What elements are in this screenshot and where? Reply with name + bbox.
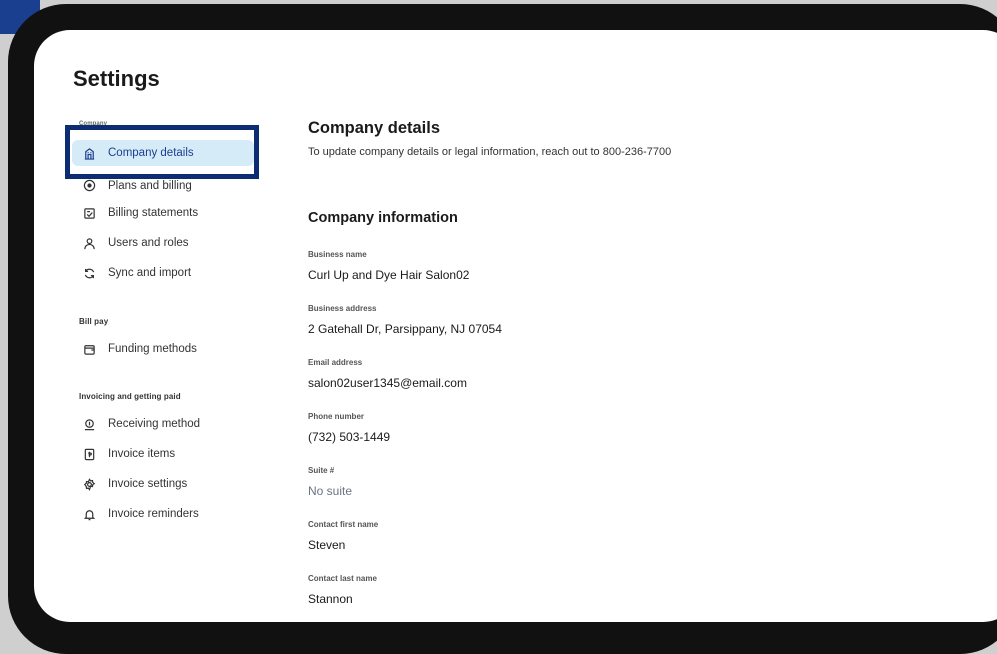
field-label-phone: Phone number <box>308 412 365 421</box>
content-subtitle: To update company details or legal infor… <box>308 146 672 158</box>
content-title: Company details <box>308 119 441 137</box>
wallet-icon <box>82 342 96 356</box>
gear-icon <box>82 477 96 491</box>
invoice-icon <box>82 447 96 461</box>
user-icon <box>82 236 96 250</box>
bell-icon <box>82 507 96 521</box>
field-value-email: salon02user1345@email.com <box>308 376 467 390</box>
sidebar-item-invoice-reminders[interactable]: Invoice reminders <box>72 501 254 527</box>
field-label-business-address: Business address <box>308 304 377 313</box>
sidebar-item-label: Invoice items <box>108 448 176 460</box>
field-value-business-name: Curl Up and Dye Hair Salon02 <box>308 268 470 282</box>
field-label-contact-first-name: Contact first name <box>308 520 379 529</box>
field-label-email: Email address <box>308 358 363 367</box>
highlight-box <box>65 125 259 179</box>
sidebar-item-sync-and-import[interactable]: Sync and import <box>72 260 254 286</box>
sidebar-item-label: Funding methods <box>108 343 197 355</box>
field-label-business-name: Business name <box>308 250 367 259</box>
sync-icon <box>82 266 96 280</box>
sidebar-item-label: Receiving method <box>108 418 201 430</box>
section-title: Company information <box>308 210 458 226</box>
field-value-contact-first-name: Steven <box>308 538 346 552</box>
sidebar-group-invoicing: Invoicing and getting paid <box>79 392 181 401</box>
sidebar-item-invoice-settings[interactable]: Invoice settings <box>72 471 254 497</box>
statement-icon <box>82 206 96 220</box>
field-label-suite: Suite # <box>308 466 335 475</box>
sidebar-item-funding-methods[interactable]: Funding methods <box>72 336 254 362</box>
settings-screen: Settings Company Company details Plans a… <box>34 30 997 622</box>
field-value-business-address: 2 Gatehall Dr, Parsippany, NJ 07054 <box>308 322 502 336</box>
radio-dot-icon <box>82 178 96 192</box>
field-value-phone: (732) 503-1449 <box>308 430 391 444</box>
sidebar-item-receiving-method[interactable]: Receiving method <box>72 411 254 437</box>
page-title: Settings <box>73 66 160 91</box>
sidebar-item-label: Invoice settings <box>108 478 188 490</box>
sidebar-item-label: Sync and import <box>108 267 192 279</box>
sidebar-item-label: Invoice reminders <box>108 508 199 520</box>
sidebar-item-label: Plans and billing <box>108 180 192 192</box>
field-label-contact-last-name: Contact last name <box>308 574 377 583</box>
sidebar-item-label: Billing statements <box>108 207 199 219</box>
sidebar-item-invoice-items[interactable]: Invoice items <box>72 441 254 467</box>
sidebar-item-users-and-roles[interactable]: Users and roles <box>72 230 254 256</box>
sidebar-item-billing-statements[interactable]: Billing statements <box>72 200 254 226</box>
field-value-suite: No suite <box>308 484 353 498</box>
sidebar-item-label: Users and roles <box>108 237 189 249</box>
field-value-contact-last-name: Stannon <box>308 592 353 606</box>
sidebar-group-bill-pay: Bill pay <box>79 317 109 326</box>
coin-hand-icon <box>82 417 96 431</box>
